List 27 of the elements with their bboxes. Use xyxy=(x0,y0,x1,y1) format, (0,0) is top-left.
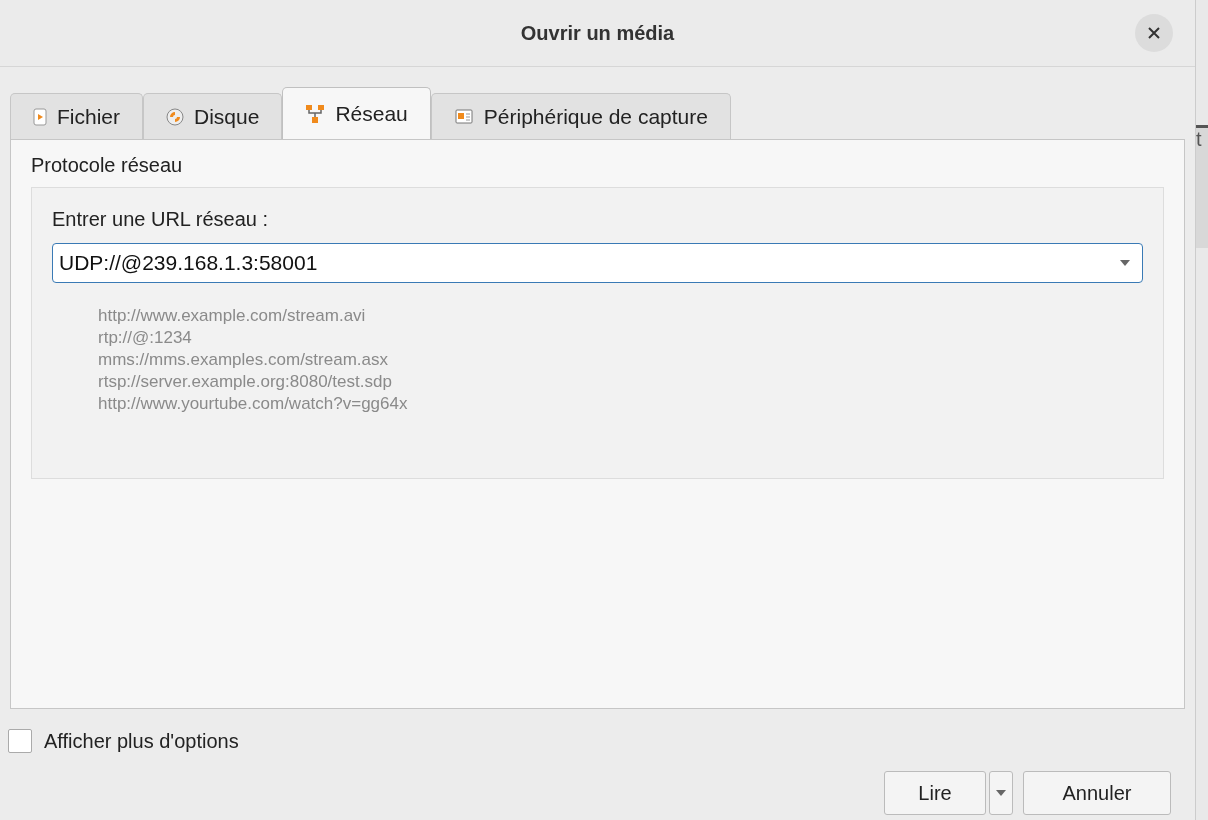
tab[interactable]: Réseau xyxy=(282,87,431,139)
close-button[interactable] xyxy=(1135,14,1173,52)
example-url: http://www.yourtube.com/watch?v=gg64x xyxy=(98,393,409,415)
field-label: Entrer une URL réseau : xyxy=(52,208,270,231)
url-combo-box[interactable]: UDP://@239.168.1.3:58001 xyxy=(52,243,1143,283)
checkbox[interactable] xyxy=(8,729,32,753)
checkbox-label[interactable]: Afficher plus d'options xyxy=(44,729,239,753)
background-text: t xyxy=(1196,128,1203,151)
cancel-button[interactable]: Annuler xyxy=(1023,771,1171,815)
disc-icon xyxy=(166,107,184,126)
file-icon xyxy=(33,107,47,126)
tab[interactable]: Périphérique de capture xyxy=(430,93,731,139)
play-button[interactable]: Lire xyxy=(884,771,986,815)
example-url: http://www.example.com/stream.avi xyxy=(98,305,367,327)
network-icon xyxy=(305,103,326,124)
tab[interactable]: Fichier xyxy=(10,93,143,139)
window-title: Ouvrir un média xyxy=(520,21,675,45)
dropdown-button[interactable] xyxy=(989,771,1013,815)
caret-icon xyxy=(1119,259,1131,267)
example-url: rtsp://server.example.org:8080/test.sdp xyxy=(98,371,393,393)
example-url: mms://mms.examples.com/stream.asx xyxy=(98,349,389,371)
group-title: Protocole réseau xyxy=(31,154,184,177)
caret-icon xyxy=(996,790,1006,796)
capture-card-icon xyxy=(453,107,474,126)
example-url: rtp://@:1234 xyxy=(98,327,193,349)
tab[interactable]: Disque xyxy=(143,93,283,139)
close-icon xyxy=(1147,26,1161,40)
